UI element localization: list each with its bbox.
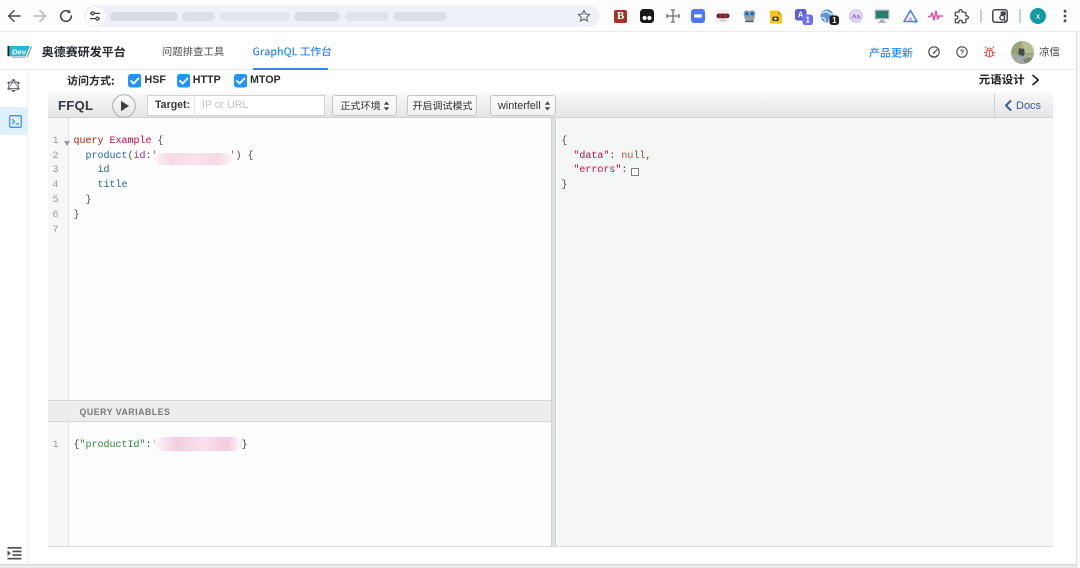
svg-text:?: ? xyxy=(960,48,965,57)
svg-text:Aa: Aa xyxy=(852,14,861,21)
svg-text:A: A xyxy=(909,17,913,23)
svg-text:1: 1 xyxy=(805,14,810,24)
svg-text:Dev: Dev xyxy=(12,47,27,56)
svg-text:1: 1 xyxy=(832,15,837,24)
